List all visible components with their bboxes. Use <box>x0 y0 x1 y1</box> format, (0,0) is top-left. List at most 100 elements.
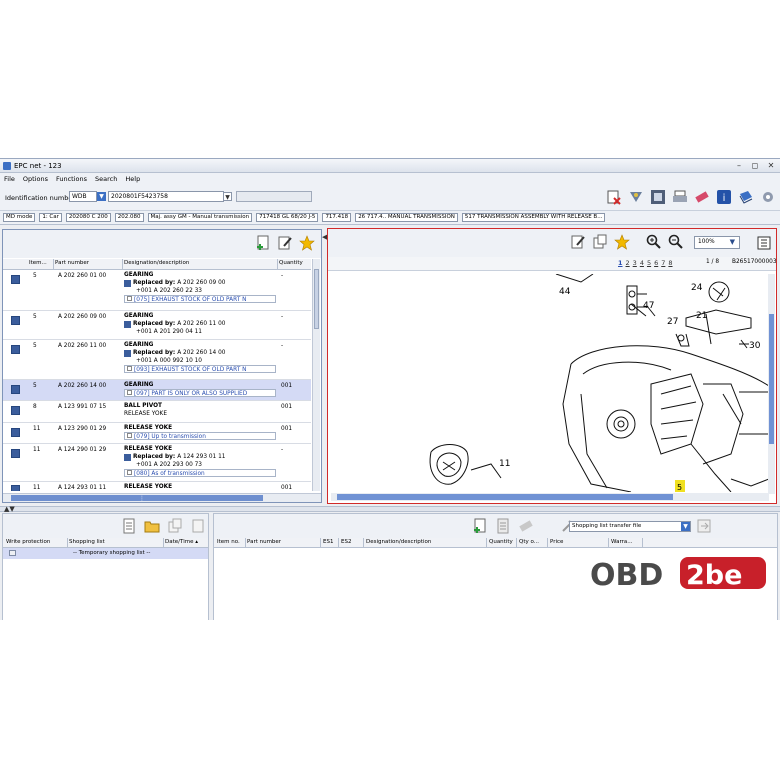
identification-number-input[interactable]: 2020801F5423758 <box>108 191 224 202</box>
copy-image-icon[interactable] <box>592 234 608 250</box>
column-header-shopping-list[interactable]: Shopping list <box>69 539 105 545</box>
print-icon[interactable] <box>672 189 688 205</box>
footnote-link[interactable]: [080] As of transmission <box>124 469 276 477</box>
close-icon[interactable]: ✕ <box>766 161 776 171</box>
collapse-arrows-icon[interactable]: ▲▼ <box>4 505 15 513</box>
callout-21[interactable]: 21 <box>696 311 707 321</box>
select-checkbox[interactable] <box>11 316 20 325</box>
menu-functions[interactable]: Functions <box>56 173 87 185</box>
write-protection-checkbox[interactable] <box>9 550 16 556</box>
table-row[interactable]: 5 A 202 260 11 00 GEARING Replaced by: A … <box>3 340 311 380</box>
footnote-link[interactable]: [075] EXHAUST STOCK OF OLD PART N <box>124 295 276 303</box>
column-header-item-no[interactable]: Item no. <box>217 539 240 545</box>
breadcrumb-model[interactable]: 202080 C 200 <box>65 213 111 222</box>
footnote-link[interactable]: [093] EXHAUST STOCK OF OLD PART N <box>124 365 276 373</box>
select-checkbox[interactable] <box>11 345 20 354</box>
column-header-es1[interactable]: ES1 <box>323 539 333 545</box>
column-header-quantity[interactable]: Quantity <box>279 260 303 266</box>
column-header-part-number[interactable]: Part number <box>55 260 89 266</box>
vehicle-data-icon[interactable] <box>628 189 644 205</box>
column-header-es2[interactable]: ES2 <box>341 539 351 545</box>
select-checkbox[interactable] <box>11 275 20 284</box>
add-item-icon[interactable] <box>472 518 488 534</box>
callout-11[interactable]: 11 <box>499 459 510 469</box>
callout-24[interactable]: 24 <box>691 283 703 293</box>
replaced-by-part[interactable]: A 202 260 11 00 <box>177 320 225 328</box>
menu-help[interactable]: Help <box>125 173 140 185</box>
breadcrumb-group[interactable]: 26 717.4.. MANUAL TRANSMISSION <box>355 213 458 222</box>
legend-document-icon[interactable] <box>756 235 772 251</box>
column-header-designation[interactable]: Designation/description <box>124 260 189 266</box>
select-checkbox[interactable] <box>11 485 20 491</box>
table-row[interactable]: 11 A 124 290 01 29 RELEASE YOKE Replaced… <box>3 444 311 482</box>
identification-prefix-select[interactable]: WDB <box>69 191 97 202</box>
secondary-input[interactable] <box>236 191 312 202</box>
column-header-price[interactable]: Price <box>550 539 563 545</box>
info-icon[interactable]: i <box>716 189 732 205</box>
breadcrumb-subgroup[interactable]: 517 TRANSMISSION ASSEMBLY WITH RELEASE B… <box>461 213 606 222</box>
breadcrumb-transmission[interactable]: 717418 GL 68/20 J-5 <box>256 213 319 222</box>
column-header-part-number[interactable]: Part number <box>247 539 281 545</box>
item-details-icon[interactable] <box>495 518 511 534</box>
column-header-qty-ordered[interactable]: Qty o... <box>519 539 539 545</box>
page-link[interactable]: 1 <box>618 259 623 267</box>
callout-47[interactable]: 47 <box>643 301 654 311</box>
favorite-star-icon[interactable] <box>614 234 630 250</box>
select-checkbox[interactable] <box>11 385 20 394</box>
page-link[interactable]: 2 <box>626 259 630 267</box>
table-row[interactable]: 5 A 202 260 01 00 GEARING Replaced by: A … <box>3 270 311 311</box>
table-row[interactable]: 11 A 123 290 01 29 RELEASE YOKE [079] Up… <box>3 423 311 444</box>
clear-identification-icon[interactable] <box>606 189 622 205</box>
chevron-down-icon[interactable]: ▼ <box>681 522 690 531</box>
copy-list-icon[interactable] <box>167 518 183 534</box>
select-checkbox[interactable] <box>11 449 20 458</box>
breadcrumb-class[interactable]: 1: Car <box>39 213 62 222</box>
chevron-down-icon[interactable]: ▼ <box>223 192 232 201</box>
column-header-date-time[interactable]: Date/Time ▴ <box>165 539 198 545</box>
replaced-by-part[interactable]: A 202 260 09 00 <box>177 279 225 287</box>
parts-vertical-scrollbar[interactable] <box>312 259 320 491</box>
exploded-view-drawing[interactable]: 44 47 24 27 21 30 11 5 <box>331 274 769 492</box>
menu-file[interactable]: File <box>4 173 15 185</box>
breadcrumb-transmission-code[interactable]: 717.418 <box>322 213 352 222</box>
column-header-quantity[interactable]: Quantity <box>489 539 513 545</box>
breadcrumb-major-assembly[interactable]: Maj. assy GM - Manual transmission <box>147 213 253 222</box>
page-link[interactable]: 4 <box>640 259 644 267</box>
minimize-icon[interactable]: – <box>734 161 744 171</box>
zoom-level-select[interactable]: 100% ▼ <box>694 236 740 249</box>
maximize-icon[interactable]: ◻ <box>750 161 760 171</box>
footnote-link[interactable]: [079] Up to transmission <box>124 432 276 440</box>
column-header-write-protection[interactable]: Write protection <box>6 539 50 545</box>
new-list-icon[interactable] <box>121 518 137 534</box>
table-row-selected[interactable]: 5 A 202 260 14 00 GEARING [097] PART IS … <box>3 380 311 401</box>
drawing-vertical-scrollbar[interactable] <box>768 274 775 494</box>
drawing-horizontal-scrollbar[interactable] <box>331 493 769 501</box>
page-link[interactable]: 3 <box>633 259 637 267</box>
datacard-icon[interactable] <box>650 189 666 205</box>
page-link[interactable]: 7 <box>661 259 665 267</box>
table-row[interactable]: 5 A 202 260 09 00 GEARING Replaced by: A … <box>3 311 311 340</box>
table-row[interactable]: 8 A 123 991 07 15 BALL PIVOT RELEASE YOK… <box>3 401 311 423</box>
callout-30[interactable]: 30 <box>749 341 761 351</box>
delete-list-icon[interactable] <box>190 518 206 534</box>
favorite-star-icon[interactable] <box>299 235 315 251</box>
replaced-by-part[interactable]: A 202 260 14 00 <box>177 349 225 357</box>
open-folder-icon[interactable] <box>144 518 160 534</box>
settings-icon[interactable] <box>760 189 776 205</box>
manual-icon[interactable] <box>738 189 754 205</box>
chevron-down-icon[interactable]: ▼ <box>97 192 106 201</box>
callout-5[interactable]: 5 <box>677 483 682 492</box>
transfer-icon[interactable] <box>696 518 712 534</box>
edit-note-icon[interactable] <box>277 235 293 251</box>
column-header-designation[interactable]: Designation/description <box>366 539 431 545</box>
zoom-out-icon[interactable] <box>668 234 684 250</box>
replaced-by-part[interactable]: A 124 293 01 11 <box>177 453 225 461</box>
table-row[interactable]: 11 A 124 293 01 11 RELEASE YOKE 001 <box>3 482 311 491</box>
footnote-link[interactable]: [097] PART IS ONLY OR ALSO SUPPLIED <box>124 389 276 397</box>
shopping-list-transfer-select[interactable]: Shopping list transfer file ▼ <box>569 521 691 532</box>
chevron-down-icon[interactable]: ▼ <box>730 237 735 248</box>
page-link[interactable]: 5 <box>647 259 651 267</box>
column-header-warranty[interactable]: Warra... <box>611 539 633 545</box>
edit-note-icon[interactable] <box>570 234 586 250</box>
parts-horizontal-scrollbar[interactable]: ⋮ <box>3 493 321 502</box>
